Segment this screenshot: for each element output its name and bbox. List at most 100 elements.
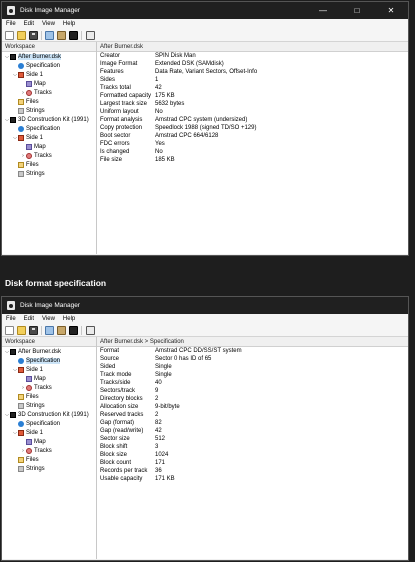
copy-icon[interactable] bbox=[45, 325, 54, 335]
menu-help[interactable]: Help bbox=[63, 316, 75, 322]
property-row[interactable]: Largest track size 5632 bytes bbox=[97, 100, 408, 108]
menu-view[interactable]: View bbox=[42, 21, 55, 27]
tree-item[interactable]: ⌵ Side 1 bbox=[2, 428, 96, 437]
tree-item[interactable]: Files bbox=[2, 160, 96, 169]
tree-item[interactable]: Strings bbox=[2, 106, 96, 115]
property-row[interactable]: File size 185 KB bbox=[97, 156, 408, 164]
disk-icon[interactable] bbox=[69, 30, 78, 40]
tree-item-label: Map bbox=[34, 375, 46, 382]
tree-item-label: Specification bbox=[26, 62, 61, 69]
property-name: Records per track bbox=[100, 468, 148, 474]
open-folder-icon[interactable] bbox=[17, 30, 26, 40]
title-bar[interactable]: Disk Image Manager — □ ✕ bbox=[2, 2, 408, 19]
property-row[interactable]: Gap (read/write) 42 bbox=[97, 427, 408, 435]
tree-item[interactable]: Map bbox=[2, 79, 96, 88]
tree-item[interactable]: Map bbox=[2, 374, 96, 383]
menu-file[interactable]: File bbox=[6, 21, 16, 27]
tree-item[interactable]: Map bbox=[2, 437, 96, 446]
tree-item[interactable]: ⌵ Side 1 bbox=[2, 133, 96, 142]
copy-icon[interactable] bbox=[45, 30, 54, 40]
save-icon[interactable] bbox=[29, 325, 38, 335]
property-row[interactable]: Copy protection Speedlock 1988 (signed TD… bbox=[97, 124, 408, 132]
tree-item[interactable]: Specification bbox=[2, 124, 96, 133]
paste-icon[interactable] bbox=[57, 325, 66, 335]
window-icon[interactable] bbox=[86, 325, 95, 335]
menu-edit[interactable]: Edit bbox=[24, 21, 34, 27]
property-row[interactable]: Source Sector 0 has ID of 65 bbox=[97, 355, 408, 363]
property-value: No bbox=[155, 149, 163, 155]
open-folder-icon[interactable] bbox=[17, 325, 26, 335]
close-button[interactable]: ✕ bbox=[374, 2, 408, 19]
tree-item[interactable]: ⌵ 3D Construction Kit (1991) bbox=[2, 410, 96, 419]
tree-item[interactable]: Strings bbox=[2, 464, 96, 473]
tree-item-label: Strings bbox=[26, 465, 45, 472]
tree-item[interactable]: ⌵ After Burner.dsk bbox=[2, 347, 96, 356]
property-row[interactable]: Format analysis Amstrad CPC system (under… bbox=[97, 116, 408, 124]
tree-item[interactable]: Specification bbox=[2, 61, 96, 70]
property-row[interactable]: Usable capacity 171 KB bbox=[97, 475, 408, 483]
property-row[interactable]: Boot sector Amstrad CPC 664/6128 bbox=[97, 132, 408, 140]
property-row[interactable]: Tracks/side 40 bbox=[97, 379, 408, 387]
property-row[interactable]: Block count 171 bbox=[97, 459, 408, 467]
tree-item[interactable]: › Tracks bbox=[2, 446, 96, 455]
menu-view[interactable]: View bbox=[42, 316, 55, 322]
title-bar[interactable]: Disk Image Manager bbox=[2, 297, 408, 314]
property-row[interactable]: Features Data Rate, Variant Sectors, Offs… bbox=[97, 68, 408, 76]
tree-item[interactable]: Map bbox=[2, 142, 96, 151]
property-row[interactable]: Allocation size 9-bit/byte bbox=[97, 403, 408, 411]
tree-item[interactable]: Specification bbox=[2, 356, 96, 365]
property-value: 40 bbox=[155, 380, 162, 386]
property-row[interactable]: Gap (format) 82 bbox=[97, 419, 408, 427]
tree-item[interactable]: Files bbox=[2, 97, 96, 106]
tree-item[interactable]: ⌵ After Burner.dsk bbox=[2, 52, 96, 61]
tree-item[interactable]: Strings bbox=[2, 169, 96, 178]
tree-item[interactable]: › Tracks bbox=[2, 151, 96, 160]
tree-item[interactable]: ⌵ Side 1 bbox=[2, 365, 96, 374]
menu-edit[interactable]: Edit bbox=[24, 316, 34, 322]
property-row[interactable]: Records per track 36 bbox=[97, 467, 408, 475]
property-row[interactable]: Uniform layout No bbox=[97, 108, 408, 116]
minimize-button[interactable]: — bbox=[306, 2, 340, 19]
property-row[interactable]: Is changed No bbox=[97, 148, 408, 156]
property-row[interactable]: Formatted capacity 175 KB bbox=[97, 92, 408, 100]
tree-item[interactable]: › Tracks bbox=[2, 383, 96, 392]
property-name: Is changed bbox=[100, 149, 130, 155]
tree-item[interactable]: ⌵ Side 1 bbox=[2, 70, 96, 79]
save-icon[interactable] bbox=[29, 30, 38, 40]
maximize-button[interactable]: □ bbox=[340, 2, 374, 19]
tree-item[interactable]: › Tracks bbox=[2, 88, 96, 97]
property-row[interactable]: Tracks total 42 bbox=[97, 84, 408, 92]
property-row[interactable]: Creator SPIN Disk Man bbox=[97, 52, 408, 60]
property-value: Amstrad CPC system (undersized) bbox=[155, 117, 248, 123]
spec-icon bbox=[18, 357, 24, 364]
tree-item[interactable]: Strings bbox=[2, 401, 96, 410]
tree-item[interactable]: ⌵ 3D Construction Kit (1991) bbox=[2, 115, 96, 124]
tree-item[interactable]: Specification bbox=[2, 419, 96, 428]
menu-help[interactable]: Help bbox=[63, 21, 75, 27]
property-row[interactable]: Sectors/track 9 bbox=[97, 387, 408, 395]
window-icon[interactable] bbox=[86, 30, 95, 40]
strings-icon bbox=[18, 465, 24, 472]
property-name: Boot sector bbox=[100, 133, 131, 139]
property-row[interactable]: Sides 1 bbox=[97, 76, 408, 84]
menu-file[interactable]: File bbox=[6, 316, 16, 322]
property-row[interactable]: Directory blocks 2 bbox=[97, 395, 408, 403]
spec-icon bbox=[18, 62, 24, 69]
property-row[interactable]: Sided Single bbox=[97, 363, 408, 371]
property-row[interactable]: Track mode Single bbox=[97, 371, 408, 379]
property-row[interactable]: Format Amstrad CPC DD/SS/ST system bbox=[97, 347, 408, 355]
new-file-icon[interactable] bbox=[5, 325, 14, 335]
tree-item[interactable]: Files bbox=[2, 455, 96, 464]
property-row[interactable]: Block shift 3 bbox=[97, 443, 408, 451]
paste-icon[interactable] bbox=[57, 30, 66, 40]
window-title: Disk Image Manager bbox=[20, 302, 80, 309]
property-row[interactable]: Image Format Extended DSK (SAMdisk) bbox=[97, 60, 408, 68]
new-file-icon[interactable] bbox=[5, 30, 14, 40]
property-value: 1 bbox=[155, 77, 159, 83]
property-row[interactable]: Block size 1024 bbox=[97, 451, 408, 459]
disk-icon[interactable] bbox=[69, 325, 78, 335]
property-row[interactable]: Reserved tracks 2 bbox=[97, 411, 408, 419]
tree-item[interactable]: Files bbox=[2, 392, 96, 401]
property-row[interactable]: FDC errors Yes bbox=[97, 140, 408, 148]
property-row[interactable]: Sector size 512 bbox=[97, 435, 408, 443]
